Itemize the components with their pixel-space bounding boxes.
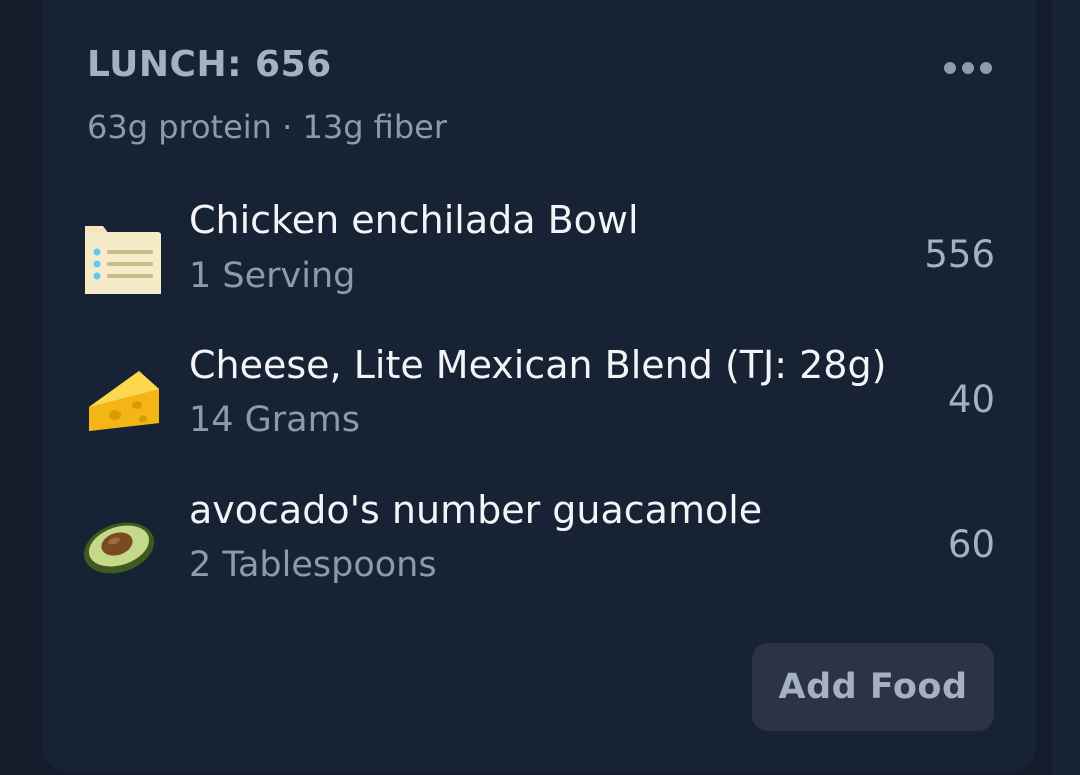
food-item-cheese-lite-mexican-blend[interactable]: Cheese, Lite Mexican Blend (TJ: 28g) 14 … (43, 333, 1036, 463)
food-calories: 40 (947, 378, 995, 421)
food-quantity: 2 Tablespoons (189, 545, 437, 585)
food-name: Cheese, Lite Mexican Blend (TJ: 28g) (189, 343, 887, 387)
avocado-icon (81, 510, 165, 594)
food-quantity: 14 Grams (189, 400, 360, 440)
food-item-avocados-number-guacamole[interactable]: avocado's number guacamole 2 Tablespoons… (43, 478, 1036, 608)
food-name: Chicken enchilada Bowl (189, 198, 639, 242)
meal-title: LUNCH: 656 (87, 44, 332, 85)
cheese-icon (81, 363, 165, 447)
meal-nutrition-summary: 63g protein · 13g fiber (87, 108, 447, 146)
recipe-card-icon (81, 218, 165, 302)
more-options-button[interactable] (944, 58, 992, 78)
food-name: avocado's number guacamole (189, 488, 763, 532)
more-horizontal-icon (944, 62, 956, 74)
food-quantity: 1 Serving (189, 256, 356, 296)
more-horizontal-icon (980, 62, 992, 74)
food-calories: 60 (947, 523, 995, 566)
food-item-chicken-enchilada-bowl[interactable]: Chicken enchilada Bowl 1 Serving 556 (43, 188, 1036, 318)
right-edge-strip (1052, 0, 1080, 775)
more-horizontal-icon (962, 62, 974, 74)
add-food-button[interactable]: Add Food (752, 643, 994, 731)
food-calories: 556 (924, 233, 995, 276)
